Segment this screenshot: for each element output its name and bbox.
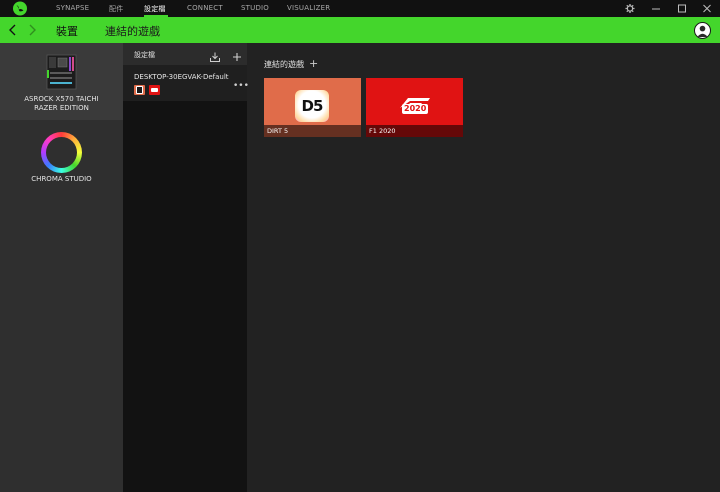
linked-games-title: 連結的遊戲 [264,60,304,69]
minimize-icon[interactable] [649,2,663,15]
page-subtitle-linked-games[interactable]: 連結的遊戲 [105,23,160,39]
nav-connect[interactable]: CONNECT [187,4,223,12]
forward-arrow-icon[interactable] [25,22,39,38]
page-title[interactable]: 裝置 [56,23,78,39]
device-sidebar: ASROCK X570 TAICHI RAZER EDITION CHROMA … [0,43,123,492]
maximize-icon[interactable] [675,2,689,15]
nav-profiles[interactable]: 設定檔 [144,4,166,14]
game-label-f12020: F1 2020 [366,125,463,137]
profile-more-options-icon[interactable]: ••• [233,81,249,91]
device-label-chroma-studio: CHROMA STUDIO [31,175,92,183]
f12020-logo-year: 2020 [402,104,429,114]
profile-game-dirt5-icon [134,85,145,95]
page-header: 裝置 連結的遊戲 [0,17,720,43]
import-profile-icon[interactable] [209,48,221,62]
device-asrock-x570-taichi[interactable]: ASROCK X570 TAICHI RAZER EDITION [0,43,123,120]
chroma-ring-icon [41,132,82,173]
nav-visualizer[interactable]: VISUALIZER [287,4,330,12]
razer-logo-icon[interactable] [12,1,28,16]
game-label-dirt5: DIRT 5 [264,125,361,137]
user-avatar-icon[interactable] [694,22,711,39]
settings-gear-icon[interactable] [623,2,637,15]
profile-name: DESKTOP-30EGVAK-Default [134,73,229,81]
profiles-panel: 設定檔 DESKTOP-30EGVAK-Default ••• [123,43,249,492]
profile-item[interactable]: DESKTOP-30EGVAK-Default ••• [123,65,249,101]
add-profile-icon[interactable] [231,48,243,61]
nav-synapse[interactable]: SYNAPSE [56,4,89,12]
device-label-line2: RAZER EDITION [34,104,89,112]
nav-studio[interactable]: STUDIO [241,4,269,12]
device-label-line1: ASROCK X570 TAICHI [24,95,99,103]
profile-game-f12020-icon [149,85,160,95]
motherboard-icon [46,54,77,90]
game-tile-dirt5[interactable]: D5 DIRT 5 [264,78,361,137]
profiles-header: 設定檔 [123,43,247,65]
add-linked-game-icon[interactable]: + [309,57,318,70]
dirt5-logo-text: D5 [301,97,324,115]
device-chroma-studio[interactable]: CHROMA STUDIO [0,120,123,190]
dirt5-logo-icon: D5 [295,90,329,122]
profiles-title: 設定檔 [134,51,155,59]
top-menu-bar: SYNAPSE 配件 設定檔 CONNECT STUDIO VISUALIZER [0,0,720,17]
f12020-logo-icon: 2020 [398,94,432,118]
game-tile-f12020[interactable]: 2020 F1 2020 [366,78,463,137]
back-arrow-icon[interactable] [6,22,20,38]
close-icon[interactable] [700,2,714,15]
nav-accessories[interactable]: 配件 [109,4,123,14]
